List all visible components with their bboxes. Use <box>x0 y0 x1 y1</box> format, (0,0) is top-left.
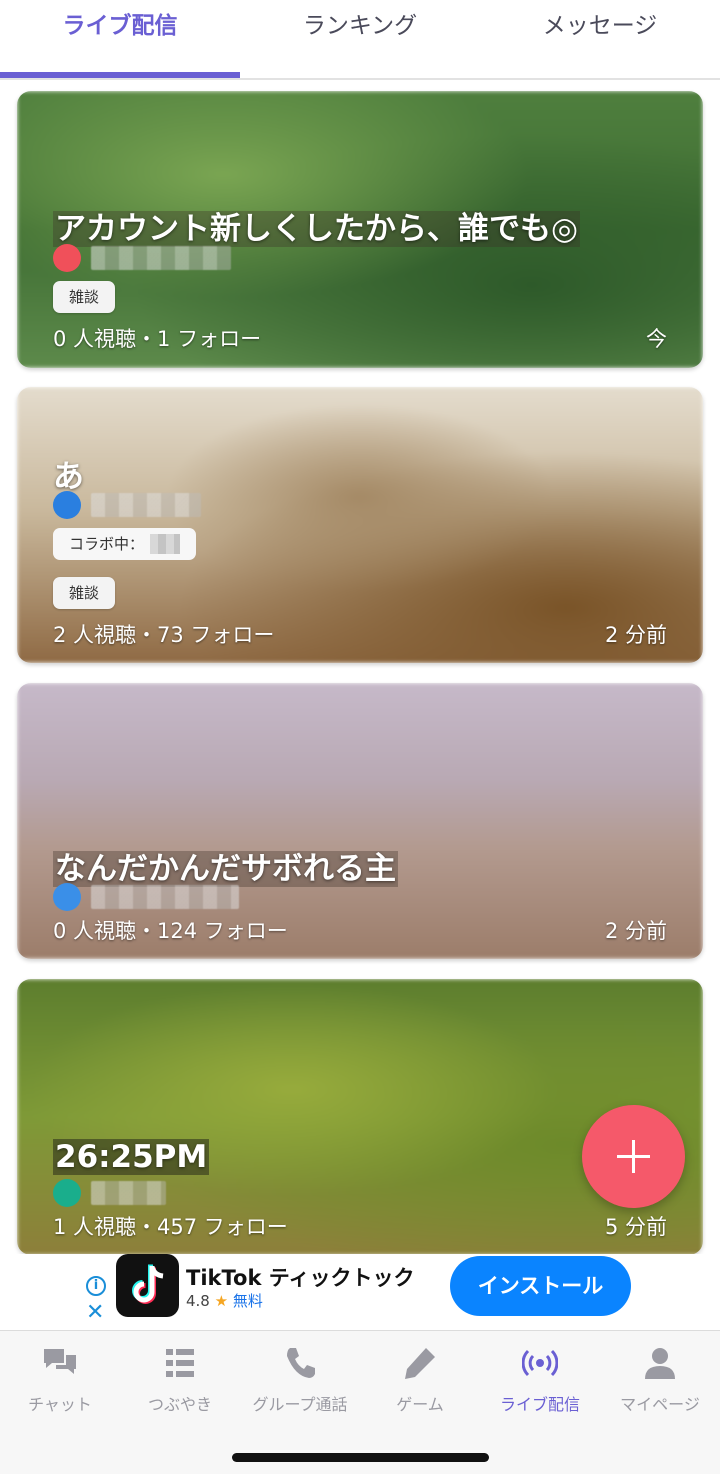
ad-info-icon[interactable]: i <box>86 1276 106 1296</box>
active-tab-indicator <box>0 72 240 78</box>
plus-icon <box>617 1140 650 1173</box>
category-tag: 雑談 <box>53 281 116 313</box>
stream-stats: 0 人視聴・124 フォロー <box>53 919 288 943</box>
stream-stats: 2 人視聴・73 フォロー <box>53 623 275 647</box>
ad-banner[interactable]: i ✕ TikTok ティックトック 4.8 ★ 無料 インストール <box>0 1254 720 1330</box>
ad-close-icon[interactable]: ✕ <box>86 1302 104 1324</box>
home-indicator <box>232 1453 489 1462</box>
broadcast-icon <box>522 1349 558 1377</box>
tab-ranking[interactable]: ランキング <box>240 0 480 78</box>
chat-icon <box>44 1349 76 1374</box>
avatar <box>53 1179 81 1207</box>
list-icon <box>166 1349 194 1377</box>
stream-time: 今 <box>646 327 667 351</box>
avatar <box>53 244 81 272</box>
stream-time: 5 分前 <box>604 1215 667 1239</box>
stream-card[interactable]: アカウント新しくしたから、誰でも◎ 雑談 0 人視聴・1 フォロー 今 <box>17 91 703 368</box>
stream-card[interactable]: なんだかんだサボれる主 0 人視聴・124 フォロー 2 分前 <box>17 683 703 959</box>
create-stream-button[interactable] <box>582 1105 685 1208</box>
nav-item-chat[interactable]: チャット <box>0 1331 120 1426</box>
stream-stats: 0 人視聴・1 フォロー <box>53 327 262 351</box>
category-tag: 雑談 <box>53 577 116 609</box>
avatar <box>53 491 81 519</box>
pencil-icon <box>405 1348 435 1379</box>
streamer-name-blurred <box>91 493 201 517</box>
star-icon: ★ <box>214 1292 229 1310</box>
nav-item-live[interactable]: ライブ配信 <box>480 1331 600 1426</box>
ad-app-name: TikTok ティックトック <box>186 1266 415 1290</box>
streamer-name-blurred <box>91 246 231 270</box>
streamer-name-blurred <box>91 885 239 909</box>
stream-card[interactable]: あ コラボ中： 雑談 2 人視聴・73 フォロー 2 分前 <box>17 387 703 663</box>
top-tab-bar: ライブ配信 ランキング メッセージ <box>0 0 720 80</box>
stream-time: 2 分前 <box>604 623 667 647</box>
streamer-info <box>53 244 231 272</box>
bottom-nav-bar: チャット つぶやき グループ通話 ゲーム ライブ配信 マイページ <box>0 1330 720 1474</box>
collab-badge: コラボ中： <box>53 528 197 560</box>
stream-title: アカウント新しくしたから、誰でも◎ <box>53 211 581 247</box>
streamer-name-blurred <box>91 1181 166 1205</box>
ad-app-meta: 4.8 ★ 無料 <box>186 1292 263 1310</box>
nav-item-group-call[interactable]: グループ通話 <box>240 1331 360 1426</box>
phone-icon <box>287 1348 315 1378</box>
stream-time: 2 分前 <box>604 919 667 943</box>
tab-live[interactable]: ライブ配信 <box>0 0 240 78</box>
tab-messages[interactable]: メッセージ <box>480 0 720 78</box>
stream-stats: 1 人視聴・457 フォロー <box>53 1215 288 1239</box>
stream-title: なんだかんだサボれる主 <box>53 851 398 887</box>
collab-partner-blurred <box>150 534 181 554</box>
stream-title: 26:25PM <box>53 1139 210 1175</box>
streamer-info <box>53 491 201 519</box>
streamer-info <box>53 883 239 911</box>
streamer-info <box>53 1179 166 1207</box>
install-button[interactable]: インストール <box>450 1256 631 1316</box>
nav-item-game[interactable]: ゲーム <box>360 1331 480 1426</box>
nav-item-posts[interactable]: つぶやき <box>120 1331 240 1426</box>
nav-item-mypage[interactable]: マイページ <box>600 1331 720 1426</box>
tiktok-logo-icon <box>116 1254 179 1317</box>
person-icon <box>645 1348 675 1379</box>
avatar <box>53 883 81 911</box>
stream-title: あ <box>53 459 84 495</box>
